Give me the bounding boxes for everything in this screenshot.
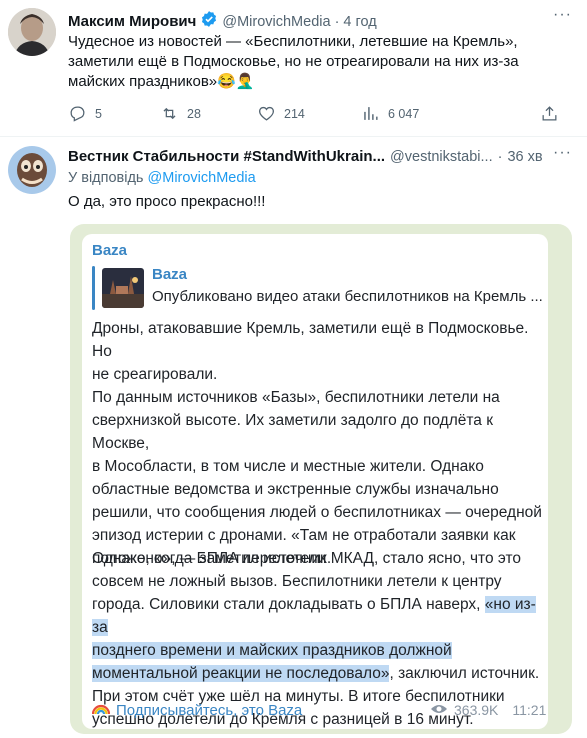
views-button[interactable]: 6 047	[361, 104, 419, 123]
reply-icon	[70, 106, 85, 122]
divider	[0, 136, 587, 137]
author-handle[interactable]: @MirovichMedia	[222, 14, 330, 30]
like-button[interactable]: 214	[257, 104, 305, 123]
quote-block[interactable]: Baza Опубликовано видео атаки беспилотни…	[92, 266, 544, 310]
message-paragraph-1: Дроны, атаковавшие Кремль, заметили ещё …	[92, 320, 529, 383]
retweet-icon	[163, 107, 176, 120]
message-meta: 363.9K 11:21	[430, 702, 546, 718]
tweet-text: О да, это просо прекрасно!!!	[68, 193, 266, 210]
reply-to-link[interactable]: @MirovichMedia	[148, 170, 256, 186]
separator-dot: ·	[497, 148, 503, 165]
rainbow-emoji-icon	[91, 700, 111, 720]
more-options-icon[interactable]: ···	[553, 6, 572, 24]
retweet-button[interactable]: 28	[160, 104, 201, 123]
quote-text: Опубликовано видео атаки беспилотников н…	[152, 288, 543, 305]
view-count: 363.9K	[454, 702, 499, 718]
analytics-icon	[364, 107, 378, 120]
quote-thumbnail	[102, 268, 144, 308]
tweet-time[interactable]: 36 хв	[507, 149, 542, 165]
subscribe-link[interactable]: Подписывайтесь, это Baza	[91, 700, 302, 720]
author-name[interactable]: Максим Мирович	[68, 13, 196, 30]
verified-badge-icon	[200, 10, 218, 33]
share-button[interactable]	[540, 104, 559, 123]
quote-channel: Baza	[152, 266, 188, 283]
eye-icon	[430, 702, 448, 718]
tweet-time[interactable]: 4 год	[343, 14, 376, 30]
message-time: 11:21	[512, 702, 547, 718]
avatar-mirovich[interactable]	[8, 8, 56, 56]
highlighted-quote: моментальной реакции не последовало»	[92, 665, 390, 682]
channel-name: Baza	[92, 242, 128, 259]
reply-context: У відповідь @MirovichMedia	[68, 170, 256, 186]
highlighted-quote: позднего времени и майских праздников до…	[92, 642, 452, 659]
message-paragraph-2: По данным источников «Базы», беспилотник…	[92, 389, 542, 567]
more-options-icon[interactable]: ···	[553, 144, 572, 162]
telegram-screenshot[interactable]: Baza Baza Опубликовано видео атаки беспи…	[70, 224, 572, 734]
separator-dot: ·	[334, 13, 340, 30]
reply-button[interactable]: 5	[68, 104, 102, 123]
telegram-message-bubble: Baza Baza Опубликовано видео атаки беспи…	[82, 234, 548, 729]
tweet-text: Чудесное из новостей — «Беспилотники, ле…	[68, 33, 519, 90]
author-handle[interactable]: @vestnikstabi...	[390, 149, 493, 165]
heart-icon	[259, 106, 274, 121]
author-name[interactable]: Вестник Стабильности #StandWithUkrain...	[68, 148, 385, 165]
avatar-vestnik[interactable]	[8, 146, 56, 194]
share-icon	[542, 106, 557, 121]
